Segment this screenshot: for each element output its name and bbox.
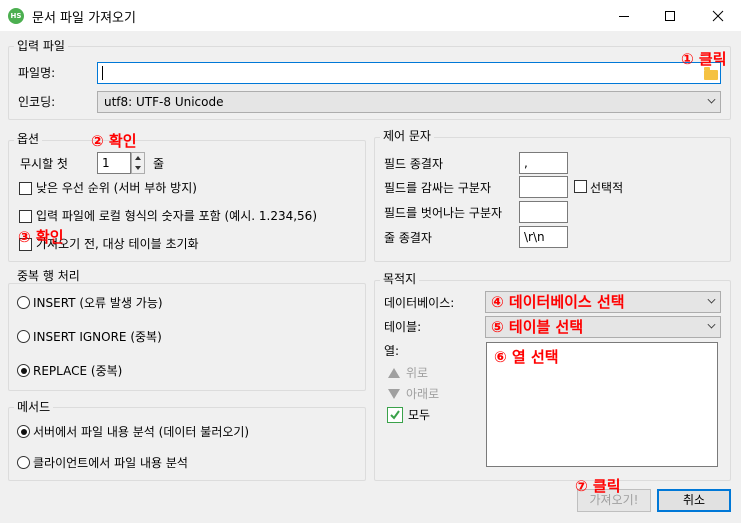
window-title: 문서 파일 가져오기 <box>32 11 136 26</box>
annotation-2: ② 확인 <box>91 132 137 150</box>
client-parse-label: 클라이언트에서 파일 내용 분석 <box>33 456 188 470</box>
database-label: 데이터베이스: <box>384 296 455 310</box>
insert-ignore-label: INSERT IGNORE (중복) <box>33 330 162 344</box>
file-name-input[interactable] <box>97 62 721 84</box>
triangle-down-icon <box>388 389 400 399</box>
local-number-label: 입력 파일에 로컬 형식의 숫자를 포함 (예시. 1.234,56) <box>36 209 317 223</box>
close-icon <box>712 10 724 21</box>
server-parse-label: 서버에서 파일 내용 분석 (데이터 불러오기) <box>33 425 250 439</box>
encoding-value: utf8: UTF-8 Unicode <box>104 95 224 109</box>
control-chars-group-label: 제어 문자 <box>380 129 434 143</box>
chevron-down-icon <box>707 95 716 104</box>
app-icon: HS <box>8 8 24 24</box>
chevron-down-icon <box>707 320 716 329</box>
text-cursor <box>102 66 103 80</box>
low-priority-label: 낮은 우선 순위 (서버 부하 방지) <box>36 181 197 195</box>
target-group-label: 목적지 <box>380 272 420 286</box>
file-name-label: 파일명: <box>18 66 56 80</box>
folder-icon[interactable] <box>704 67 718 80</box>
ignore-lines-stepper[interactable] <box>131 152 145 174</box>
server-parse-radio[interactable] <box>17 425 30 438</box>
table-label: 테이블: <box>384 320 422 334</box>
annotation-5: ⑤ 테이블 선택 <box>491 318 584 336</box>
insert-ignore-radio[interactable] <box>17 330 30 343</box>
local-number-checkbox[interactable] <box>19 210 32 223</box>
minimize-button[interactable] <box>601 0 647 31</box>
maximize-button[interactable] <box>647 0 693 31</box>
ignore-first-unit: 줄 <box>153 157 165 171</box>
ignore-lines-input[interactable]: 1 <box>97 152 131 174</box>
select-all-label: 모두 <box>408 408 431 422</box>
triangle-up-icon <box>388 368 400 378</box>
replace-radio[interactable] <box>17 364 30 377</box>
field-escaped-label: 필드를 벗어나는 구분자 <box>384 206 503 220</box>
replace-label: REPLACE (중복) <box>33 364 123 378</box>
checkmark-icon <box>390 410 400 420</box>
maximize-icon <box>665 10 675 21</box>
optional-label: 선택적 <box>590 181 624 195</box>
spin-down-icon <box>135 166 141 170</box>
field-terminator-label: 필드 종결자 <box>384 157 444 171</box>
field-terminator-value: , <box>524 156 528 170</box>
cancel-button[interactable]: 취소 <box>657 489 731 512</box>
client-parse-radio[interactable] <box>17 456 30 469</box>
field-enclosed-label: 필드를 감싸는 구분자 <box>384 181 491 195</box>
annotation-6: ⑥ 열 선택 <box>494 348 559 366</box>
move-down-label: 아래로 <box>406 387 440 401</box>
field-escaped-input[interactable] <box>519 201 568 223</box>
input-file-group-label: 입력 파일 <box>14 39 68 53</box>
options-group-label: 옵션 <box>14 132 43 146</box>
insert-radio[interactable] <box>17 296 30 309</box>
low-priority-checkbox[interactable] <box>19 182 32 195</box>
move-up-button[interactable]: 위로 <box>387 366 447 380</box>
move-up-label: 위로 <box>406 366 429 380</box>
optional-checkbox[interactable] <box>574 180 587 193</box>
annotation-1: ① 클릭 <box>681 50 727 68</box>
field-enclosed-input[interactable] <box>519 176 568 198</box>
line-terminator-input[interactable]: \r\n <box>519 226 568 248</box>
select-all-checkbox[interactable] <box>387 407 403 423</box>
annotation-7: ⑦ 클릭 <box>575 477 621 495</box>
move-down-button[interactable]: 아래로 <box>387 387 457 401</box>
annotation-3: ③ 확인 <box>18 228 64 246</box>
encoding-select[interactable]: utf8: UTF-8 Unicode <box>97 91 721 113</box>
duplicates-group-label: 중복 행 처리 <box>14 269 83 283</box>
annotation-4: ④ 데이터베이스 선택 <box>491 293 625 311</box>
method-group-label: 메서드 <box>14 400 54 414</box>
ignore-first-label: 무시할 첫 <box>20 157 68 171</box>
minimize-icon <box>619 15 629 17</box>
close-button[interactable] <box>695 0 741 31</box>
spin-up-icon <box>135 156 141 160</box>
columns-label: 열: <box>384 344 400 358</box>
line-terminator-label: 줄 종결자 <box>384 231 432 245</box>
encoding-label: 인코딩: <box>18 95 56 109</box>
chevron-down-icon <box>707 295 716 304</box>
ignore-lines-value: 1 <box>102 156 110 170</box>
insert-label: INSERT (오류 발생 가능) <box>33 296 163 310</box>
line-terminator-value: \r\n <box>524 230 545 244</box>
field-terminator-input[interactable]: , <box>519 152 568 174</box>
